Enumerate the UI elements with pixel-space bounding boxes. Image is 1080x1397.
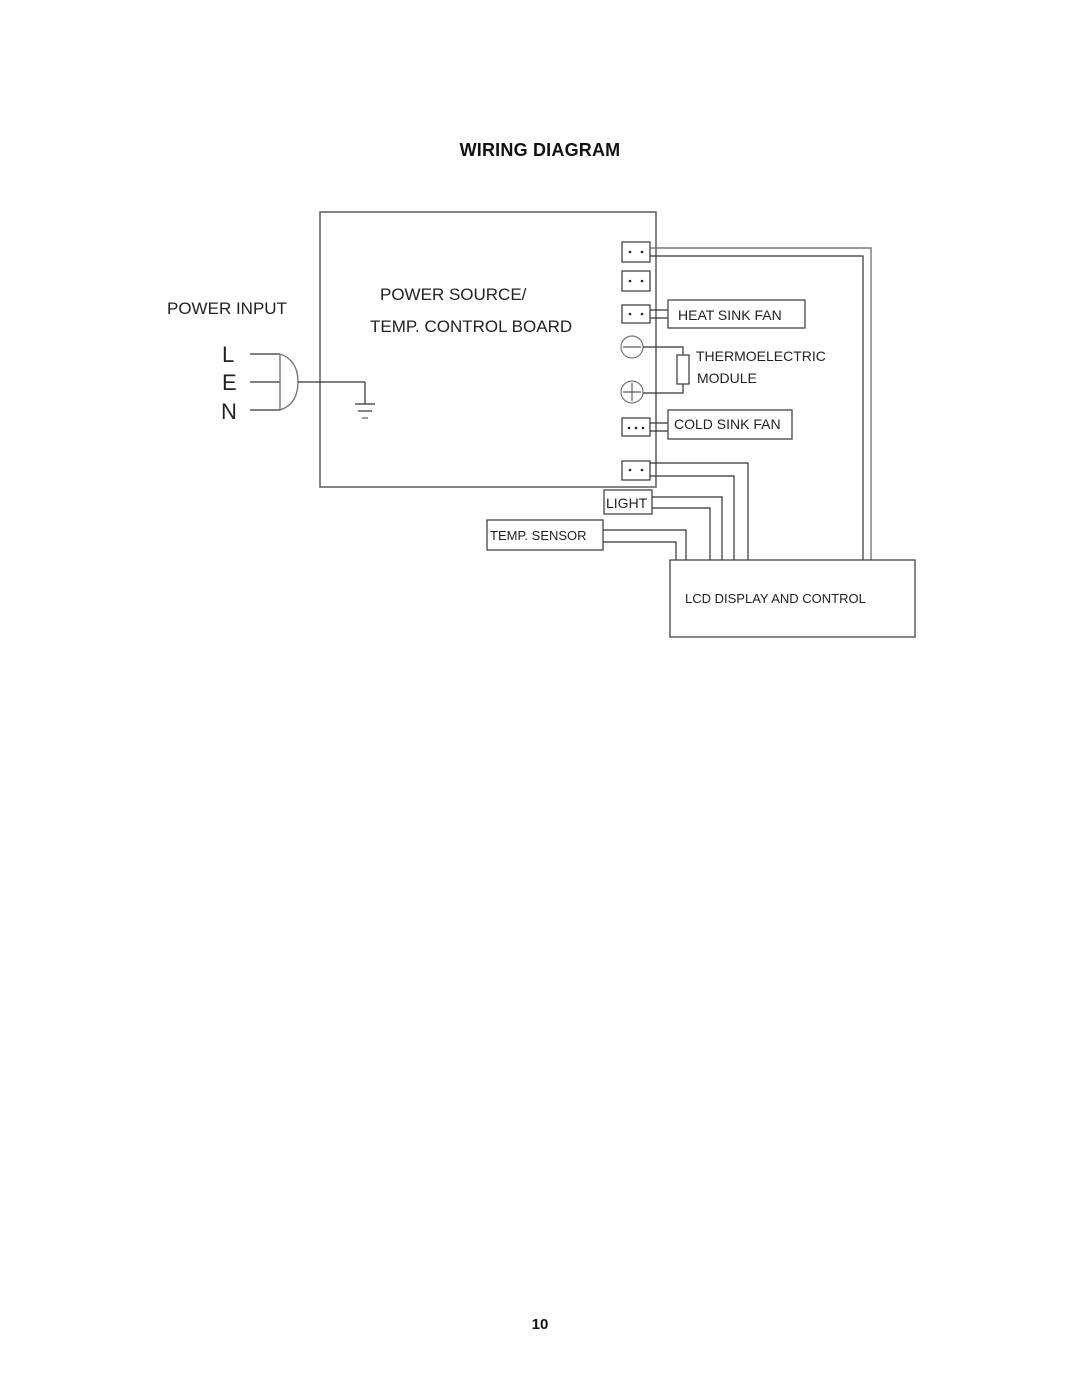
- control-board-outline: [319, 211, 657, 488]
- page-number: 10: [531, 1316, 549, 1333]
- wire-c1-outer: [650, 247, 872, 560]
- power-input-label: POWER INPUT: [167, 299, 287, 318]
- board-label-line1: POWER SOURCE/: [380, 285, 527, 304]
- lcd-display-label: LCD DISPLAY AND CONTROL: [685, 591, 866, 606]
- minus-terminal-icon: [620, 335, 644, 359]
- thermoelectric-label-line1: THERMOELECTRIC: [696, 348, 826, 364]
- connector-5: [621, 460, 651, 481]
- wiring-diagram: POWER SOURCE/ TEMP. CONTROL BOARD POWER …: [167, 211, 916, 638]
- temp-sensor-label: TEMP. SENSOR: [490, 528, 587, 543]
- wire-light-2: [652, 507, 711, 560]
- wire-temp-sensor-1: [603, 529, 687, 560]
- heat-sink-fan-label: HEAT SINK FAN: [678, 307, 782, 323]
- thermoelectric-label-line2: MODULE: [697, 370, 757, 386]
- wire-light-1: [652, 496, 723, 560]
- thermoelectric-module-icon: [676, 354, 690, 385]
- terminal-n-label: N: [221, 399, 237, 424]
- light-label: LIGHT: [606, 495, 648, 511]
- connector-1: [621, 241, 651, 263]
- connector-4: [621, 417, 651, 437]
- terminal-e-label: E: [222, 370, 237, 395]
- connector-2: [621, 270, 651, 292]
- board-label-line2: TEMP. CONTROL BOARD: [370, 317, 572, 336]
- terminal-l-label: L: [222, 342, 234, 367]
- wire-c5-1: [650, 462, 749, 560]
- wire-temp-sensor-2: [603, 541, 677, 560]
- connector-3: [621, 304, 651, 324]
- plus-terminal-icon: [620, 380, 644, 404]
- cold-sink-fan-label: COLD SINK FAN: [674, 416, 781, 432]
